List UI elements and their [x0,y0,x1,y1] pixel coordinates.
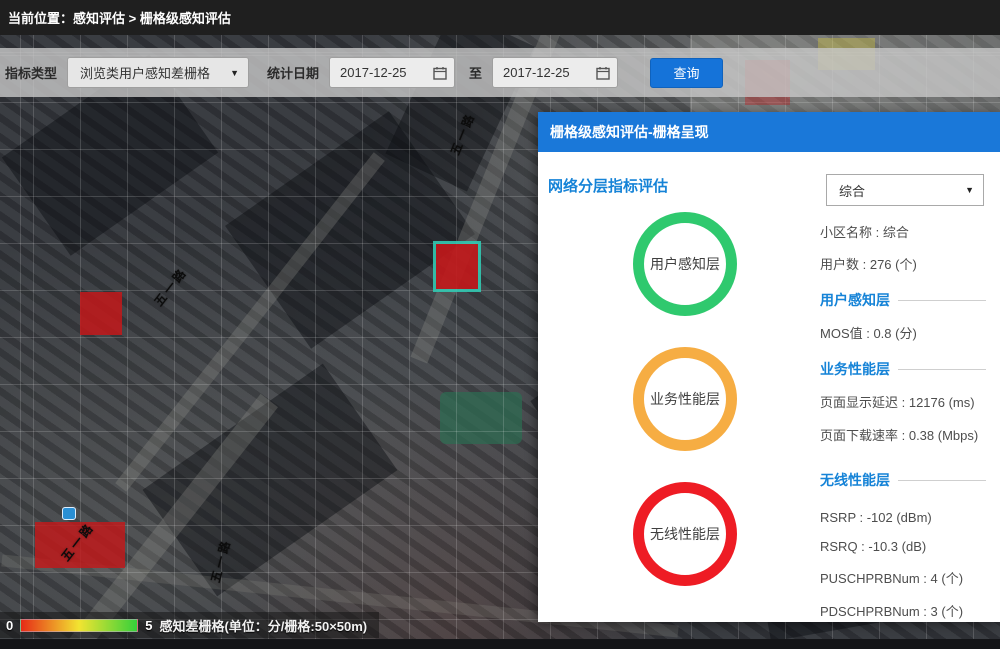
grid-evaluation-panel: 栅格级感知评估-栅格呈现 网络分层指标评估 综合 ▼ 用户感知层 业务性能层 无… [538,112,1000,622]
section-service-performance: 业务性能层 [820,359,986,379]
cell-name-value: 小区名称 : 综合 [820,222,986,241]
indicator-type-select[interactable]: 浏览类用户感知差栅格 ▼ [67,57,249,88]
mos-value: MOS值 : 0.8 (分) [820,323,986,342]
calendar-icon[interactable] [596,66,610,80]
indicator-type-value: 浏览类用户感知差栅格 [80,63,210,82]
layer-rings: 用户感知层 业务性能层 无线性能层 [633,212,737,586]
ring-label: 用户感知层 [650,254,720,274]
section-divider [898,369,986,370]
user-count-value: 用户数 : 276 (个) [820,254,986,273]
query-button[interactable]: 查询 [650,58,723,88]
pdsch-prb-value: PDSCHPRBNum : 3 (个) [820,601,986,620]
date-to-value: 2017-12-25 [503,65,570,80]
section-title: 业务性能层 [820,359,890,379]
metrics-column: 小区名称 : 综合 用户数 : 276 (个) 用户感知层 MOS值 : 0.8… [820,222,986,634]
map-road-label: 五一路 [57,519,98,565]
map-bottom-road [0,639,1000,649]
panel-title: 栅格级感知评估-栅格呈现 [538,122,709,142]
indicator-type-label: 指标类型 [5,63,57,82]
service-performance-ring[interactable]: 业务性能层 [633,347,737,451]
panel-header: 栅格级感知评估-栅格呈现 [538,112,1000,152]
legend-min: 0 [6,618,13,633]
section-title: 用户感知层 [820,290,890,310]
map-marker-icon[interactable] [62,507,76,520]
legend-label: 感知差栅格(单位：分/栅格:50×50m) [159,616,367,635]
pusch-prb-value: PUSCHPRBNum : 4 (个) [820,568,986,587]
date-to-field[interactable]: 2017-12-25 [492,57,618,88]
cell-select-value: 综合 [839,181,865,200]
rsrq-value: RSRQ : -10.3 (dB) [820,539,986,554]
breadcrumb: 当前位置：感知评估 > 栅格级感知评估 [0,0,1000,35]
map-legend: 0 5 感知差栅格(单位：分/栅格:50×50m) [0,612,379,638]
section-divider [898,300,986,301]
ring-label: 业务性能层 [650,389,720,409]
section-divider [898,480,986,481]
section-user-perception: 用户感知层 [820,290,986,310]
rsrp-value: RSRP : -102 (dBm) [820,510,986,525]
calendar-icon[interactable] [433,66,447,80]
breadcrumb-text: 当前位置：感知评估 > 栅格级感知评估 [0,8,231,27]
wireless-performance-ring[interactable]: 无线性能层 [633,482,737,586]
network-layer-link[interactable]: 网络分层指标评估 [548,175,668,196]
cell-select[interactable]: 综合 ▼ [826,174,984,206]
map-road-label: 五一路 [446,109,479,157]
chevron-down-icon: ▼ [230,68,239,78]
user-perception-ring[interactable]: 用户感知层 [633,212,737,316]
to-label: 至 [469,63,482,82]
page-delay-value: 页面显示延迟 : 12176 (ms) [820,392,986,411]
stat-date-label: 统计日期 [267,63,319,82]
section-wireless-performance: 无线性能层 [820,470,986,490]
map-road-label: 五一路 [206,537,234,585]
query-toolbar: 指标类型 浏览类用户感知差栅格 ▼ 统计日期 2017-12-25 至 2017… [0,48,1000,97]
chevron-down-icon: ▼ [965,185,974,195]
legend-max: 5 [145,618,152,633]
page-rate-value: 页面下载速率 : 0.38 (Mbps) [820,425,986,444]
ring-label: 无线性能层 [650,524,720,544]
date-from-value: 2017-12-25 [340,65,407,80]
legend-gradient [20,619,138,632]
map-road-label: 五一路 [150,264,191,310]
section-title: 无线性能层 [820,470,890,490]
date-from-field[interactable]: 2017-12-25 [329,57,455,88]
